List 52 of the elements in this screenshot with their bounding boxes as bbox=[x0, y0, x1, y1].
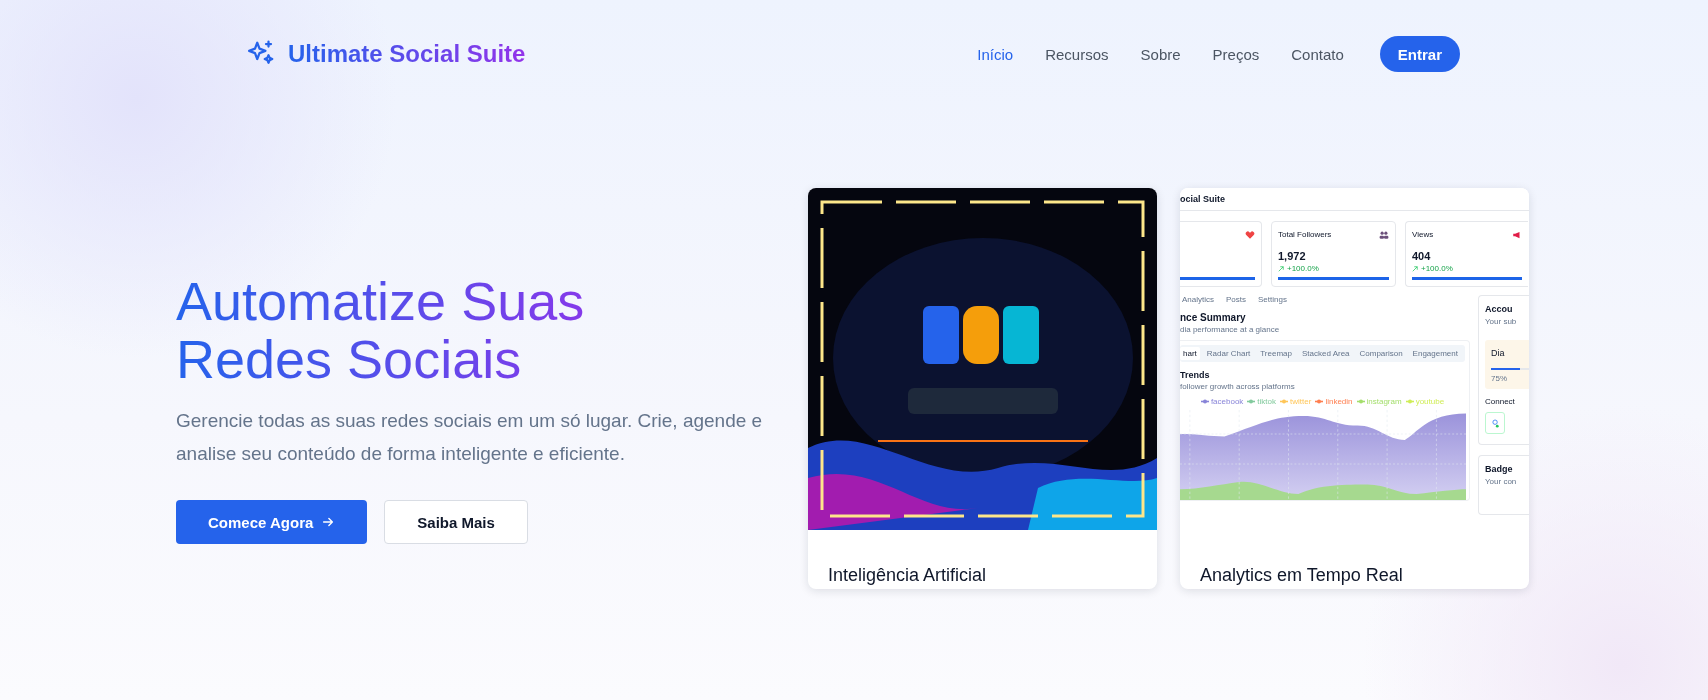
plan-percent: 75% bbox=[1491, 374, 1508, 383]
legend-label: linkedin bbox=[1325, 397, 1353, 406]
link-icon bbox=[1491, 418, 1499, 428]
card-title: Inteligência Artificial bbox=[828, 565, 987, 586]
legend-label: twitter bbox=[1290, 397, 1312, 406]
panel-subtitle: Your con bbox=[1485, 477, 1518, 486]
trend-up-icon bbox=[1278, 265, 1284, 272]
plan-title: Dia bbox=[1491, 348, 1506, 358]
account-icon-button[interactable] bbox=[1485, 412, 1505, 434]
people-icon bbox=[1379, 230, 1389, 240]
nav-link[interactable]: Contato bbox=[1291, 45, 1344, 63]
nav-link[interactable]: Início bbox=[977, 45, 1014, 63]
dashboard-tab[interactable]: Analytics bbox=[1182, 295, 1214, 304]
section-subtitle: dia performance at a glance bbox=[1180, 325, 1281, 334]
dashboard-tab[interactable]: Posts bbox=[1226, 295, 1247, 304]
connect-label: Connect bbox=[1485, 397, 1516, 406]
card-title: Analytics em Tempo Real bbox=[1200, 565, 1403, 586]
legend-label: youtube bbox=[1415, 397, 1445, 406]
panel-title: Accou bbox=[1485, 304, 1514, 314]
panel-subtitle: Your sub bbox=[1485, 317, 1518, 326]
start-button[interactable]: Comece Agora bbox=[176, 500, 368, 544]
stat-label: Views bbox=[1412, 230, 1434, 239]
legend-label: instagram bbox=[1366, 397, 1402, 406]
chart-tab[interactable]: Radar Chart bbox=[1203, 347, 1254, 360]
nav-link[interactable]: Recursos bbox=[1045, 45, 1109, 63]
section-title: nce Summary bbox=[1180, 312, 1247, 323]
nav-link[interactable]: Preços bbox=[1212, 45, 1260, 63]
hero-subtitle: Gerencie todas as suas redes sociais em um só lugar. Crie, agende e analise seu conteúdo de forma inteligente e eficiente. bbox=[176, 409, 764, 466]
chart-tab[interactable]: Treemap bbox=[1257, 347, 1295, 360]
chart-subtitle: follower growth across platforms bbox=[1180, 382, 1296, 391]
panel-title: Badge bbox=[1485, 464, 1514, 474]
stat-label: Total Followers bbox=[1278, 230, 1332, 239]
trend-up-icon bbox=[1412, 265, 1418, 272]
chart-tab[interactable]: hart bbox=[1180, 347, 1200, 360]
stat-change: +100.0% bbox=[1287, 264, 1319, 273]
login-button[interactable]: Entrar bbox=[1379, 36, 1460, 72]
nav-link[interactable]: Sobre bbox=[1140, 45, 1181, 63]
chart-tab[interactable]: Stacked Area bbox=[1298, 347, 1353, 360]
arrow-right-icon bbox=[321, 515, 336, 529]
legend-label: facebook bbox=[1210, 397, 1244, 406]
stat-value: 1,972 bbox=[1278, 250, 1307, 262]
legend-label: tiktok bbox=[1257, 397, 1277, 406]
stat-value: 404 bbox=[1412, 250, 1432, 262]
megaphone-icon bbox=[1512, 230, 1522, 240]
heart-icon bbox=[1245, 230, 1255, 240]
app-title: ocial Suite bbox=[1180, 194, 1225, 204]
chart-title: Trends bbox=[1180, 370, 1211, 380]
chart-tab[interactable]: Engagement bbox=[1409, 347, 1461, 360]
chart-tab[interactable]: Comparison bbox=[1356, 347, 1406, 360]
dashboard-tab[interactable]: Settings bbox=[1258, 295, 1287, 304]
stat-change: +100.0% bbox=[1421, 264, 1453, 273]
learn-more-button[interactable]: Saiba Mais bbox=[384, 500, 528, 544]
